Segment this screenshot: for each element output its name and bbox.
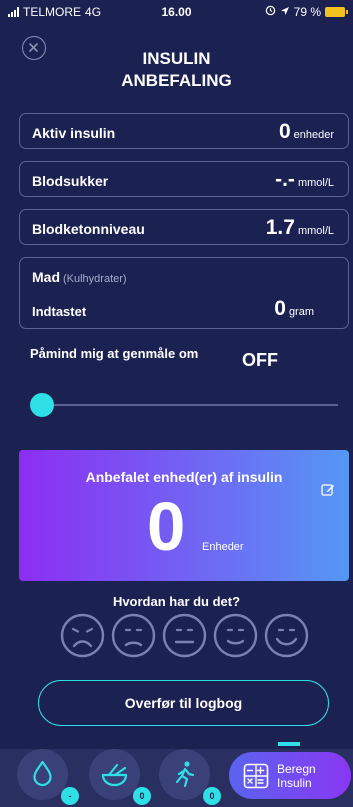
- edit-icon[interactable]: [321, 483, 335, 497]
- page-title-line1: INSULIN: [142, 49, 211, 68]
- transfer-to-logbook-button[interactable]: Overfør til logbog: [38, 680, 329, 726]
- reminder-value: OFF: [242, 350, 278, 370]
- ketone-value-group: 1.7 mmol/L: [266, 216, 334, 240]
- neutral-face-icon[interactable]: [162, 613, 207, 658]
- ketone-value: 1.7: [265, 216, 295, 239]
- content-face-icon[interactable]: [213, 613, 258, 658]
- status-right: 79 %: [265, 5, 348, 19]
- food-entered-label: Indtastet: [32, 304, 87, 319]
- reminder-label: Påmind mig at genmåle om: [30, 346, 199, 361]
- active-insulin-value: 0: [278, 120, 291, 143]
- meal-nav-button[interactable]: [89, 749, 140, 800]
- very-sad-face-icon[interactable]: [60, 613, 105, 658]
- recommendation-value: 0: [147, 488, 186, 565]
- food-title: Mad (Kulhydrater): [32, 269, 127, 285]
- reminder-slider-track[interactable]: [40, 404, 338, 406]
- calculate-insulin-label-line2: Insulin: [277, 775, 312, 790]
- calculator-icon: [243, 763, 269, 788]
- feeling-title: Hvordan har du det?: [112, 594, 241, 609]
- blood-sugar-card[interactable]: Blodsukker -.- mmol/L: [19, 161, 349, 197]
- blood-sugar-value: -.-: [275, 168, 295, 191]
- meal-badge: 0: [133, 787, 151, 805]
- food-card[interactable]: Mad (Kulhydrater) Indtastet 0 gram: [19, 257, 349, 329]
- blood-sugar-nav-button[interactable]: [17, 749, 68, 800]
- active-insulin-unit: enheder: [293, 129, 334, 141]
- calculate-insulin-label: Beregn Insulin: [277, 762, 316, 790]
- food-sublabel: (Kulhydrater): [63, 273, 127, 285]
- location-icon: [280, 5, 290, 19]
- blood-sugar-value-group: -.- mmol/L: [275, 168, 334, 192]
- ketone-card[interactable]: Blodketonniveau 1.7 mmol/L: [19, 209, 349, 245]
- battery-icon: [325, 7, 348, 17]
- ketone-label: Blodketonniveau: [32, 221, 145, 237]
- happy-face-icon[interactable]: [264, 613, 309, 658]
- recommendation-unit: Enheder: [202, 541, 244, 553]
- food-label: Mad: [32, 269, 60, 285]
- battery-percent: 79 %: [293, 5, 321, 19]
- calculate-insulin-button[interactable]: Beregn Insulin: [229, 752, 351, 799]
- active-insulin-label: Aktiv insulin: [32, 125, 116, 141]
- food-value-group: 0 gram: [274, 297, 314, 321]
- drop-icon: [33, 760, 52, 787]
- page-title-line2: ANBEFALING: [121, 71, 232, 90]
- meal-bowl-icon: [101, 763, 128, 787]
- recommendation-title: Anbefalet enhed(er) af insulin: [85, 469, 283, 485]
- blood-sugar-badge: -: [61, 787, 79, 805]
- blood-sugar-unit: mmol/L: [297, 177, 334, 189]
- status-bar: TELMORE 4G 16.00 79 %: [0, 0, 353, 22]
- sad-face-icon[interactable]: [111, 613, 156, 658]
- active-insulin-card: Aktiv insulin 0 enheder: [19, 113, 349, 149]
- reminder-slider-handle[interactable]: [30, 393, 54, 417]
- running-icon: [175, 761, 195, 788]
- food-value: 0: [274, 297, 286, 320]
- alarm-icon: [265, 5, 276, 19]
- activity-badge: 0: [203, 787, 221, 805]
- recommendation-card: Anbefalet enhed(er) af insulin 0 Enheder: [19, 450, 349, 581]
- activity-nav-button[interactable]: [159, 749, 210, 800]
- calculate-insulin-label-line1: Beregn: [277, 761, 316, 776]
- ketone-unit: mmol/L: [297, 225, 334, 237]
- blood-sugar-label: Blodsukker: [32, 173, 109, 189]
- food-unit: gram: [288, 306, 314, 318]
- active-insulin-value-group: 0 enheder: [279, 120, 334, 144]
- active-tab-indicator: [278, 742, 300, 746]
- page-title: INSULIN ANBEFALING: [0, 48, 353, 92]
